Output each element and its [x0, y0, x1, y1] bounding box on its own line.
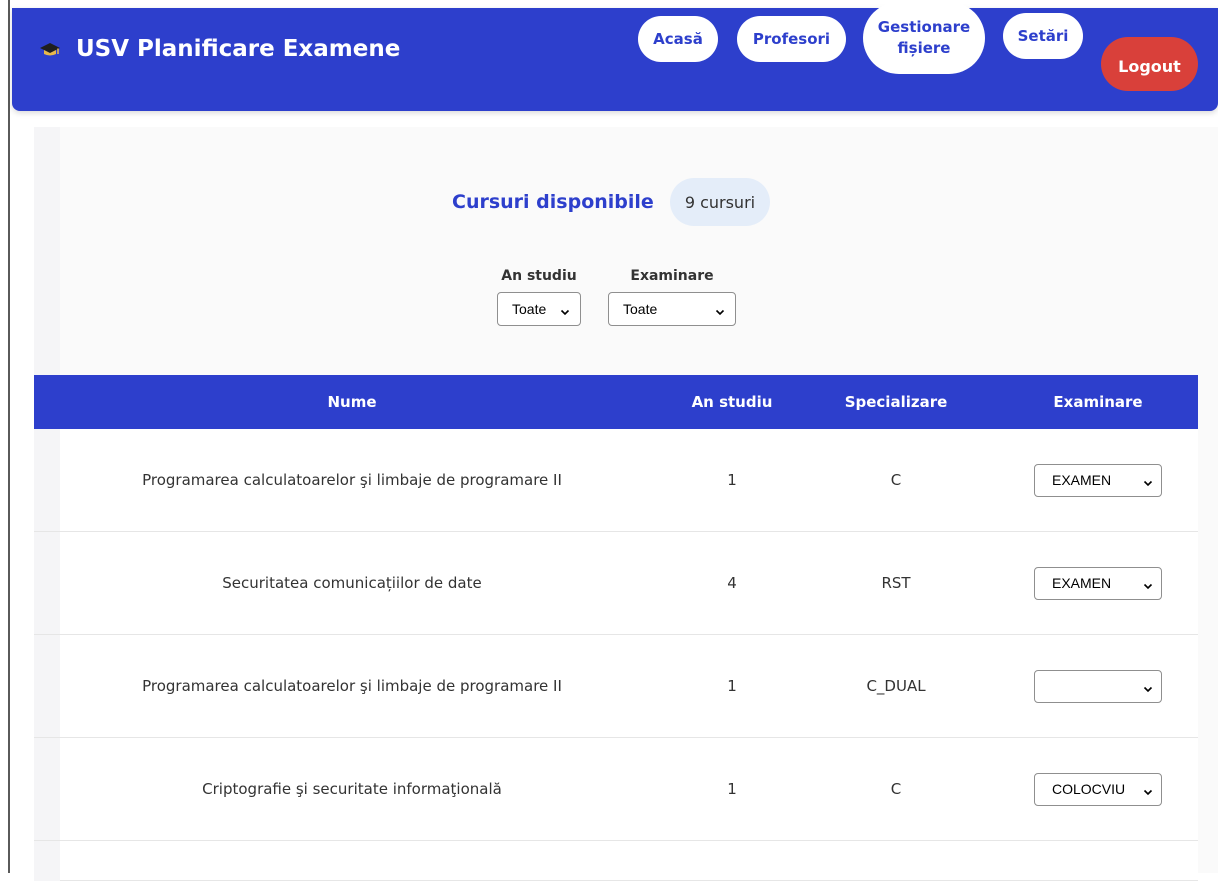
exam-select[interactable] [1034, 669, 1162, 703]
nav-home-button[interactable]: Acasă [638, 16, 718, 62]
exam-select-value: COLOCVIU [1052, 781, 1126, 797]
year-filter-label: An studiu [501, 268, 577, 284]
course-year: 1 [727, 471, 737, 489]
table-row: Criptografie şi securitate informaţional… [34, 738, 1198, 841]
chevron-down-icon [1143, 681, 1153, 693]
chevron-down-icon [715, 304, 725, 316]
column-header-name[interactable]: Nume [34, 375, 670, 429]
course-specialization: RST [881, 574, 911, 592]
top-navbar: USV Planificare Examene Acasă Profesori … [12, 2, 1218, 111]
exam-select[interactable]: EXAMEN [1034, 463, 1162, 497]
exam-type-select-value: Toate [623, 301, 658, 317]
graduation-cap-icon [40, 39, 60, 59]
nav-file-manager-button[interactable]: Gestionare fișiere [863, 2, 985, 74]
courses-header: Cursuri disponibile 9 cursuri [452, 178, 771, 226]
exam-filter-label: Examinare [630, 268, 714, 284]
row-stripe [34, 841, 60, 881]
course-name: Programarea calculatoarelor şi limbaje d… [142, 677, 562, 695]
exam-filter: Examinare Toate [608, 268, 736, 326]
courses-table: Nume An studiu Specializare Examinare Pr… [34, 375, 1198, 881]
year-filter: An studiu Toate [497, 268, 581, 326]
course-year: 4 [727, 574, 737, 592]
nav-settings-button[interactable]: Setări [1003, 13, 1083, 59]
app-window: USV Planificare Examene Acasă Profesori … [0, 0, 1218, 881]
course-year: 1 [727, 780, 737, 798]
exam-type-select[interactable]: Toate [608, 292, 736, 326]
logout-button[interactable]: Logout [1101, 37, 1198, 91]
table-row: Securitatea comunicațiilor de date 4 RST… [34, 532, 1198, 635]
window-edge [8, 0, 10, 873]
year-select-value: Toate [512, 301, 547, 317]
course-exam-cell: EXAMEN [998, 532, 1198, 634]
exam-select-value: EXAMEN [1052, 472, 1112, 488]
course-exam-cell: EXAMEN [998, 429, 1198, 531]
course-name: Programarea calculatoarelor şi limbaje d… [142, 471, 562, 489]
column-header-year[interactable]: An studiu [670, 375, 794, 429]
courses-heading: Cursuri disponibile [452, 191, 654, 213]
course-specialization: C_DUAL [866, 677, 926, 695]
course-name: Criptografie şi securitate informaţional… [202, 780, 502, 798]
course-exam-cell [998, 635, 1198, 737]
nav-teachers-button[interactable]: Profesori [737, 16, 846, 62]
table-header: Nume An studiu Specializare Examinare [34, 375, 1198, 429]
course-specialization: C [890, 780, 902, 798]
column-header-exam[interactable]: Examinare [998, 375, 1198, 429]
course-year: 1 [727, 677, 737, 695]
course-exam-cell: COLOCVIU [998, 738, 1198, 840]
app-title: USV Planificare Examene [76, 36, 401, 62]
table-row: Programarea calculatoarelor şi limbaje d… [34, 635, 1198, 738]
exam-select-value: EXAMEN [1052, 575, 1112, 591]
table-row: Programarea calculatoarelor şi limbaje d… [34, 429, 1198, 532]
chevron-down-icon [560, 304, 570, 316]
exam-select[interactable]: EXAMEN [1034, 566, 1162, 600]
course-specialization: C [890, 471, 902, 489]
courses-count-badge: 9 cursuri [669, 178, 771, 226]
chevron-down-icon [1143, 475, 1153, 487]
chevron-down-icon [1143, 578, 1153, 590]
course-name: Securitatea comunicațiilor de date [222, 574, 482, 592]
brand[interactable]: USV Planificare Examene [40, 36, 400, 62]
column-header-specialization[interactable]: Specializare [794, 375, 998, 429]
exam-select[interactable]: COLOCVIU [1034, 772, 1162, 806]
chevron-down-icon [1143, 784, 1153, 796]
year-select[interactable]: Toate [497, 292, 581, 326]
table-row-partial [34, 841, 1198, 881]
